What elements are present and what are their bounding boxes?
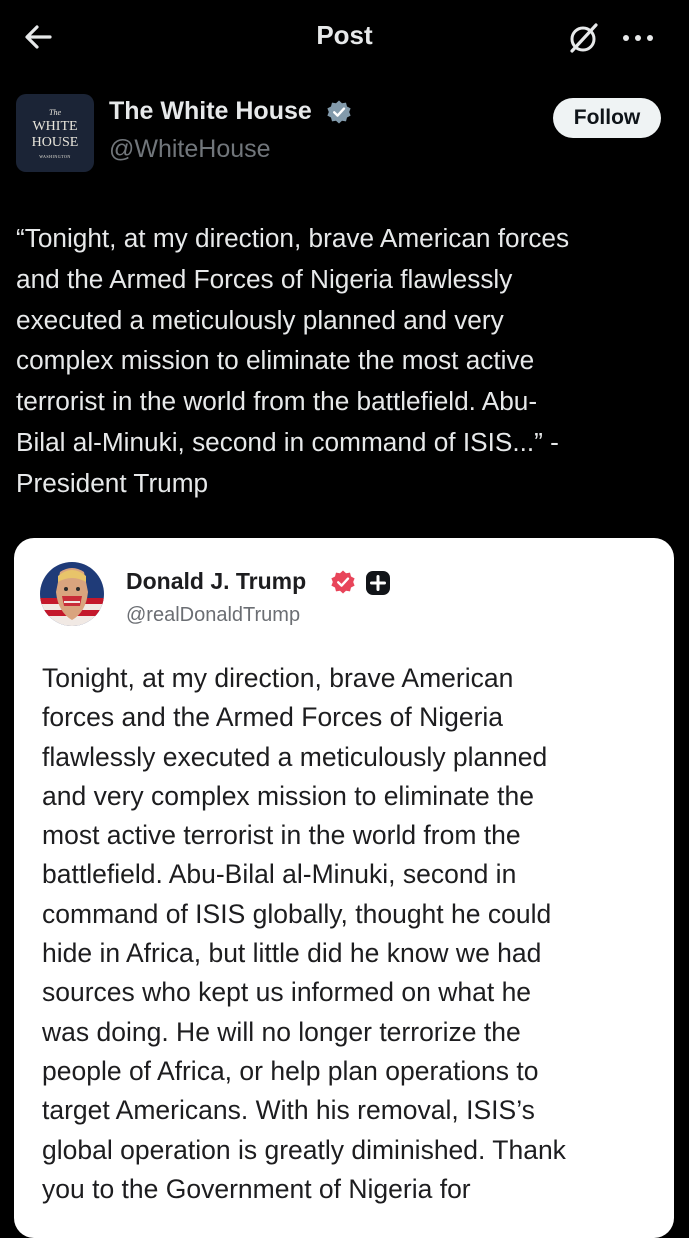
verified-badge-icon: [331, 570, 355, 594]
author-name[interactable]: The White House: [109, 97, 312, 126]
post-text-line: executed a meticulously planned and very: [16, 304, 504, 335]
top-bar: Post: [0, 0, 689, 76]
avatar-logo-washington: WASHINGTON: [39, 154, 71, 159]
post-text: “Tonight, at my direction, brave America…: [16, 218, 682, 504]
quoted-text-line: was doing. He will no longer terrorize t…: [42, 1016, 521, 1047]
verified-badge-icon: [327, 100, 351, 124]
quoted-author-name: Donald J. Trump: [126, 568, 307, 594]
quoted-text-line: hide in Africa, but little did he know w…: [42, 938, 542, 969]
more-options-button[interactable]: [618, 24, 658, 52]
quoted-text-line: global operation is greatly diminished. …: [42, 1134, 566, 1165]
quoted-text-line: battlefield. Abu-Bilal al-Minuki, second…: [42, 859, 517, 890]
author-handle[interactable]: @WhiteHouse: [109, 135, 271, 164]
quoted-text-line: Tonight, at my direction, brave American: [42, 663, 514, 693]
quoted-text-line: sources who kept us informed on what he: [42, 977, 532, 1008]
post-text-line: complex mission to eliminate the most ac…: [16, 345, 535, 376]
post-text-line: Bilal al-Minuki, second in command of IS…: [16, 426, 559, 457]
grok-icon: [570, 23, 598, 53]
quoted-text-line: command of ISIS globally, thought he cou…: [42, 898, 552, 929]
grok-button[interactable]: [564, 19, 602, 57]
quoted-text-line: people of Africa, or help plan operation…: [42, 1055, 539, 1086]
plus-badge-icon: [366, 571, 390, 595]
post-text-line: President Trump: [16, 467, 209, 498]
avatar-logo-white: WHITE: [32, 119, 78, 134]
quoted-text-line: target Americans. With his removal, ISIS…: [42, 1095, 535, 1126]
quoted-text-line: you to the Government of Nigeria for: [42, 1173, 471, 1204]
quoted-text-line: forces and the Armed Forces of Nigeria: [42, 702, 504, 733]
avatar-logo-house: HOUSE: [31, 135, 79, 150]
quoted-text-line: and very complex mission to eliminate th…: [42, 780, 534, 811]
post-text-line: and the Armed Forces of Nigeria flawless…: [16, 263, 513, 294]
quoted-text-line: flawlessly executed a meticulously plann…: [42, 741, 548, 772]
follow-button[interactable]: Follow: [553, 98, 661, 138]
quoted-post-text: Tonight, at my direction, brave American…: [42, 659, 662, 1209]
quoted-post-card[interactable]: Donald J. Trump @realDonaldTrump Tonight…: [14, 538, 674, 1238]
white-house-avatar[interactable]: The WHITE HOUSE WASHINGTON: [16, 94, 94, 172]
avatar-logo-the: The: [49, 108, 61, 117]
post-text-line: “Tonight, at my direction, brave America…: [16, 223, 570, 253]
quoted-author-handle: @realDonaldTrump: [126, 604, 301, 626]
trump-avatar: [40, 562, 104, 626]
post-text-line: terrorist in the world from the battlefi…: [16, 386, 538, 417]
quoted-text-line: most active terrorist in the world from …: [42, 820, 521, 851]
more-horizontal-icon: [623, 35, 653, 41]
post-author: The WHITE HOUSE WASHINGTON The White Hou…: [0, 94, 689, 178]
